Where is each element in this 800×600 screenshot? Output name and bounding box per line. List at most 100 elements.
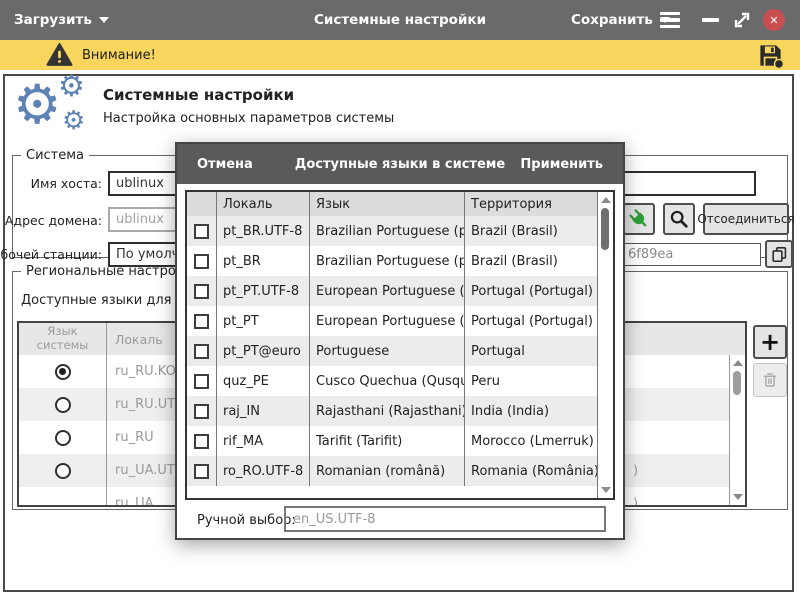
maximize-button[interactable]	[731, 0, 753, 40]
language-cell: Brazilian Portuguese (por	[310, 216, 465, 246]
checkbox-cell	[187, 426, 217, 456]
dialog-table-scrollbar[interactable]	[597, 192, 613, 498]
plug-icon	[623, 203, 654, 234]
hostname-label: Имя хоста:	[31, 176, 102, 191]
language-checkbox[interactable]	[194, 374, 209, 389]
search-icon	[669, 209, 689, 229]
checkbox-cell	[187, 336, 217, 366]
disconnect-button[interactable]: Отсоединиться	[703, 203, 789, 235]
system-settings-icon: ⚙⚙⚙	[13, 78, 103, 142]
save-menu-button[interactable]: Сохранить	[571, 0, 670, 40]
locale-cell: pt_PT	[217, 306, 310, 336]
dialog-table-row[interactable]: ro_RO.UTF-8Romanian (română)Romania (Rom…	[187, 456, 613, 486]
scroll-down-icon[interactable]	[601, 487, 611, 493]
manual-choice-input[interactable]: en_US.UTF-8	[284, 506, 606, 532]
dialog-table-row[interactable]: pt_PTEuropean Portuguese (poPortugal (Po…	[187, 306, 613, 336]
dialog-table-row[interactable]: rif_MATarifit (Tarifit)Morocco (Lmerruk)	[187, 426, 613, 456]
close-button[interactable]: ✕	[763, 9, 785, 31]
locale-cell: quz_PE	[217, 366, 310, 396]
dialog-table-row[interactable]: pt_PT.UTF-8European Portuguese (poPortug…	[187, 276, 613, 306]
system-language-cell	[19, 454, 107, 487]
cancel-button[interactable]: Отмена	[197, 157, 253, 172]
territory-cell: Portugal	[465, 336, 613, 366]
checkbox-cell	[187, 276, 217, 306]
language-checkbox[interactable]	[194, 464, 209, 479]
scroll-up-icon[interactable]	[601, 197, 611, 203]
clipped-text-fragment: )	[633, 463, 638, 478]
territory-cell: Romania (România)	[465, 456, 613, 486]
system-language-radio[interactable]	[55, 364, 71, 380]
checkbox-cell	[187, 306, 217, 336]
dialog-table-header: Локаль Язык Территория	[187, 192, 613, 216]
language-checkbox[interactable]	[194, 314, 209, 329]
system-language-cell	[19, 355, 107, 388]
delete-language-button	[753, 363, 787, 397]
system-language-cell	[19, 487, 107, 507]
apply-button[interactable]: Применить	[520, 157, 603, 172]
territory-cell: Portugal (Portugal)	[465, 306, 613, 336]
territory-cell: Brazil (Brasil)	[465, 216, 613, 246]
language-checkbox[interactable]	[194, 434, 209, 449]
window-title: Системные настройки	[0, 0, 800, 40]
language-checkbox[interactable]	[194, 254, 209, 269]
language-checkbox[interactable]	[194, 284, 209, 299]
dialog-languages-table: Локаль Язык Территория pt_BR.UTF-8Brazil…	[185, 190, 615, 500]
language-cell: Brazilian Portuguese (por	[310, 246, 465, 276]
warning-icon	[46, 42, 73, 68]
scrollbar-thumb[interactable]	[601, 208, 609, 250]
column-header-checkbox	[187, 192, 217, 216]
locale-cell: pt_BR	[217, 246, 310, 276]
system-section-legend: Система	[21, 148, 89, 163]
save-file-icon[interactable]	[757, 42, 784, 69]
checkbox-cell	[187, 216, 217, 246]
locale-cell: rif_MA	[217, 426, 310, 456]
copy-icon	[770, 245, 789, 264]
region-table-scrollbar[interactable]	[729, 355, 745, 505]
dialog-table-row[interactable]: pt_BR.UTF-8Brazilian Portuguese (porBraz…	[187, 216, 613, 246]
available-languages-dialog: Отмена Доступные языки в системе Примени…	[175, 142, 625, 540]
manual-choice-label: Ручной выбор:	[197, 513, 296, 528]
system-language-radio[interactable]	[55, 397, 71, 413]
dialog-table-row[interactable]: quz_PECusco Quechua (Qusqu rPeru	[187, 366, 613, 396]
scroll-up-icon[interactable]	[733, 360, 743, 366]
dialog-table-row[interactable]: pt_PT@euroPortuguesePortugal	[187, 336, 613, 366]
minimize-button[interactable]	[702, 0, 719, 40]
checkbox-cell	[187, 246, 217, 276]
dialog-header: Отмена Доступные языки в системе Примени…	[177, 144, 623, 184]
system-language-cell	[19, 388, 107, 421]
warning-label: Внимание!	[82, 48, 156, 63]
disconnect-label: Отсоединиться	[697, 212, 794, 226]
checkbox-cell	[187, 396, 217, 426]
dialog-table-row[interactable]: pt_BRBrazilian Portuguese (porBrazil (Br…	[187, 246, 613, 276]
language-cell: Rajasthani (Rajasthani)	[310, 396, 465, 426]
language-checkbox[interactable]	[194, 404, 209, 419]
dialog-table-row[interactable]: raj_INRajasthani (Rajasthani)India (Indi…	[187, 396, 613, 426]
locale-cell: pt_PT.UTF-8	[217, 276, 310, 306]
language-cell: European Portuguese (po	[310, 306, 465, 336]
locale-cell: ro_RO.UTF-8	[217, 456, 310, 486]
page-title: Системные настройки	[103, 86, 294, 104]
system-language-radio[interactable]	[55, 430, 71, 446]
workstation-id-label: ID рабочей станции:	[0, 247, 102, 262]
scrollbar-thumb[interactable]	[733, 371, 741, 395]
territory-cell: Peru	[465, 366, 613, 396]
dialog-table-body: pt_BR.UTF-8Brazilian Portuguese (porBraz…	[187, 216, 613, 486]
territory-cell: Morocco (Lmerruk)	[465, 426, 613, 456]
save-menu-label: Сохранить	[571, 12, 653, 28]
language-checkbox[interactable]	[194, 224, 209, 239]
domain-label: Адрес домена:	[5, 213, 102, 228]
search-button[interactable]	[663, 203, 695, 235]
language-cell: Cusco Quechua (Qusqu r	[310, 366, 465, 396]
add-language-button[interactable]: +	[753, 325, 787, 359]
language-cell: Tarifit (Tarifit)	[310, 426, 465, 456]
locale-cell: raj_IN	[217, 396, 310, 426]
menu-icon[interactable]	[660, 0, 680, 40]
territory-cell: Portugal (Portugal)	[465, 276, 613, 306]
checkbox-cell	[187, 456, 217, 486]
connect-button[interactable]	[623, 203, 655, 235]
system-language-radio[interactable]	[55, 463, 71, 479]
column-header-territory: Территория	[465, 192, 613, 216]
column-header-language: Язык	[310, 192, 465, 216]
language-checkbox[interactable]	[194, 344, 209, 359]
scroll-down-icon[interactable]	[733, 494, 743, 500]
